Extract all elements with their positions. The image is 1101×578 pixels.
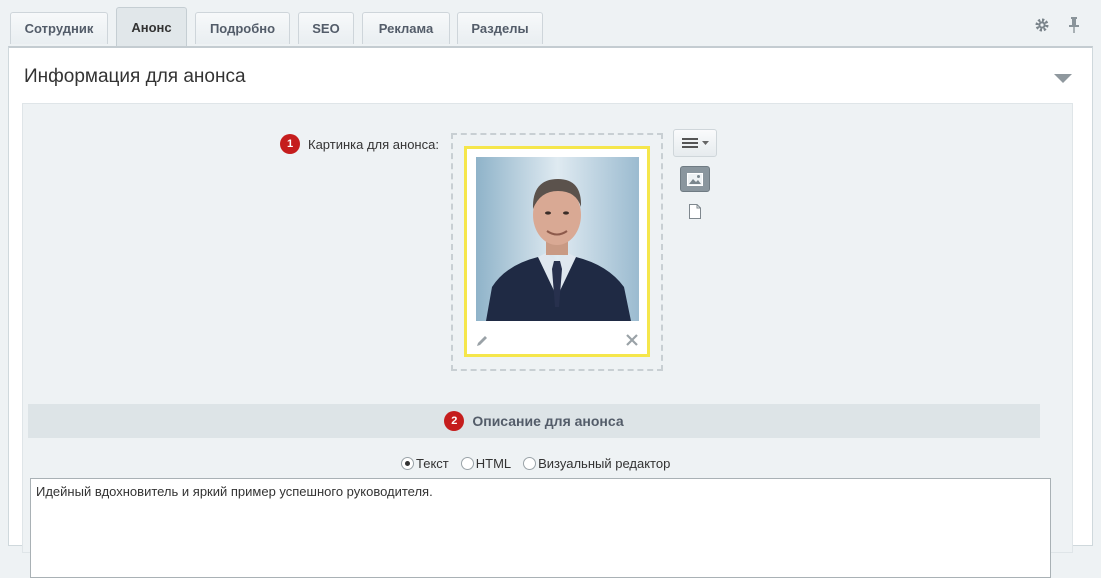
mode-visual-option[interactable]: Визуальный редактор — [523, 456, 670, 471]
mode-text-label: Текст — [416, 456, 449, 471]
section-title: Информация для анонса — [24, 66, 246, 87]
tab-details[interactable]: Подробно — [195, 12, 290, 44]
tab-employee[interactable]: Сотрудник — [10, 12, 108, 44]
step-badge: 2 — [444, 411, 465, 431]
pin-icon[interactable] — [1065, 16, 1083, 34]
edit-image-icon[interactable] — [475, 334, 489, 348]
mode-text-option[interactable]: Текст — [401, 456, 449, 471]
tab-announcement[interactable]: Анонс — [116, 7, 187, 47]
tab-tools — [1033, 16, 1083, 34]
chevron-down-icon — [701, 141, 709, 145]
description-textarea[interactable]: Идейный вдохновитель и яркий пример успе… — [30, 478, 1051, 578]
collapse-arrow-icon[interactable] — [1054, 74, 1072, 84]
tab-sections[interactable]: Разделы — [457, 12, 543, 44]
mode-visual-label: Визуальный редактор — [538, 456, 671, 471]
tab-ads[interactable]: Реклама — [362, 12, 450, 44]
gear-icon[interactable] — [1033, 16, 1051, 34]
radio-button-text[interactable] — [401, 457, 414, 470]
image-drop-zone[interactable] — [451, 133, 663, 371]
step-badge: 1 — [280, 134, 300, 154]
radio-button-visual[interactable] — [523, 457, 537, 470]
description-header: 2 Описание для анонса — [28, 404, 1040, 438]
preview-image-label-row: 1 Картинка для анонса: — [280, 134, 439, 154]
file-icon — [689, 203, 701, 219]
file-mode-button[interactable] — [687, 202, 703, 220]
editor-mode-selector: Текст HTML Визуальный редактор — [401, 456, 682, 471]
menu-icon — [681, 138, 698, 148]
tab-seo[interactable]: SEO — [298, 12, 354, 44]
image-icon — [687, 172, 703, 186]
image-frame — [464, 146, 650, 357]
section-content: 1 Картинка для анонса: 2 Описание для ан… — [22, 103, 1073, 578]
mode-html-option[interactable]: HTML — [460, 456, 512, 471]
mode-html-label: HTML — [475, 456, 512, 471]
remove-image-icon[interactable] — [625, 333, 639, 347]
image-menu-button[interactable] — [673, 129, 717, 157]
preview-image-label: Картинка для анонса: — [308, 136, 439, 152]
tabs-bar: Сотрудник Анонс Подробно SEO Реклама Раз… — [0, 0, 1101, 47]
preview-photo[interactable] — [476, 157, 639, 321]
description-title: Описание для анонса — [472, 413, 624, 429]
main-panel: Информация для анонса 1 Картинка для ано… — [8, 46, 1093, 578]
image-mode-button[interactable] — [680, 166, 710, 192]
radio-button-html[interactable] — [460, 457, 474, 470]
